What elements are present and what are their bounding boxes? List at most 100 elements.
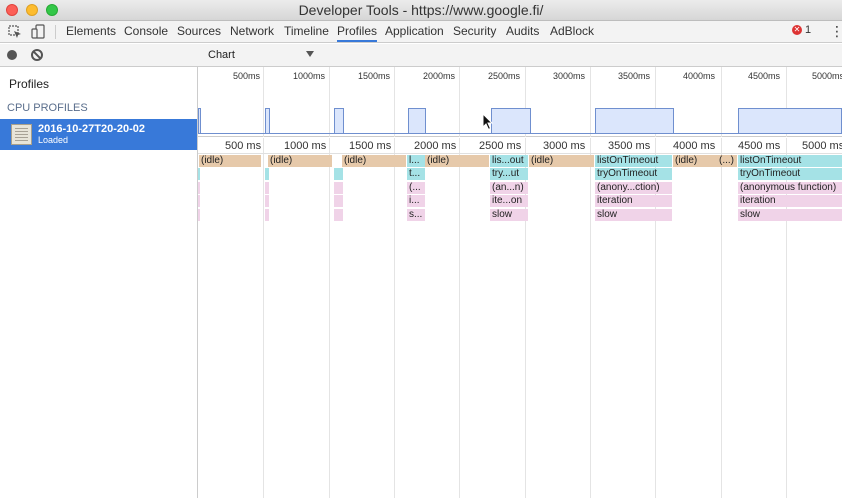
flame-bar[interactable]: i...: [407, 195, 425, 207]
flame-bar[interactable]: try...ut: [490, 168, 528, 180]
inspect-element-icon[interactable]: [7, 24, 23, 40]
ruler-tick: 4000 ms: [673, 140, 716, 152]
overview-tick: 3000ms: [553, 71, 586, 81]
flame-bar[interactable]: t...: [407, 168, 425, 180]
flame-bar[interactable]: (...): [717, 155, 737, 167]
overview-tick: 500ms: [233, 71, 261, 81]
flame-bar[interactable]: [265, 209, 269, 221]
view-toolbar: Chart: [198, 44, 842, 67]
flame-bar[interactable]: [334, 182, 343, 194]
cpu-activity-block: [595, 108, 674, 133]
tab-application[interactable]: Application: [385, 21, 444, 42]
tab-elements[interactable]: Elements: [66, 21, 116, 42]
flame-bar[interactable]: (idle): [342, 155, 406, 167]
overview-tick: 1000ms: [293, 71, 326, 81]
ruler-tick: 3000 ms: [543, 140, 586, 152]
profiles-toolbar: [0, 44, 198, 67]
error-count[interactable]: 1: [805, 24, 811, 36]
ruler-tick: 3500 ms: [608, 140, 651, 152]
error-icon[interactable]: ✕: [792, 25, 802, 35]
flame-bar[interactable]: ite...on: [490, 195, 528, 207]
tab-network[interactable]: Network: [230, 21, 274, 42]
flame-bar[interactable]: (anonymous function): [738, 182, 842, 194]
cpu-activity-block: [491, 108, 531, 133]
flame-bar[interactable]: l...: [407, 155, 425, 167]
flame-bar[interactable]: lis...out: [490, 155, 528, 167]
flame-bar[interactable]: tryOnTimeout: [738, 168, 842, 180]
view-mode-select[interactable]: Chart: [208, 49, 318, 61]
flame-bar[interactable]: (...: [407, 182, 425, 194]
flame-bar[interactable]: (idle): [425, 155, 489, 167]
toolbar-divider: [55, 25, 56, 39]
window-title: Developer Tools - https://www.google.fi/: [298, 2, 544, 18]
flame-bar[interactable]: (idle): [199, 155, 261, 167]
tab-profiles[interactable]: Profiles: [337, 21, 378, 42]
flame-bar[interactable]: (an...n): [490, 182, 528, 194]
flame-bar[interactable]: (idle): [529, 155, 594, 167]
flame-bar[interactable]: [198, 168, 200, 180]
overview-tick: 5000ms: [812, 71, 842, 81]
flame-bar[interactable]: slow: [595, 209, 672, 221]
profile-list-item[interactable]: 2016-10-27T20-20-02 Loaded: [0, 119, 197, 150]
cpu-activity-block: [265, 108, 270, 133]
overview-tick: 2500ms: [488, 71, 521, 81]
ruler-tick: 500 ms: [225, 140, 262, 152]
flame-bar[interactable]: iteration: [595, 195, 672, 207]
cpu-activity-block: [198, 108, 201, 133]
flame-bar[interactable]: [198, 195, 200, 207]
tab-adblock[interactable]: AdBlock: [550, 21, 594, 42]
devtools-tab-bar: Elements Console Sources Network Timelin…: [0, 21, 842, 43]
flame-bar[interactable]: (anony...ction): [595, 182, 672, 194]
overview-baseline: [198, 133, 842, 134]
tab-console[interactable]: Console: [124, 21, 168, 42]
device-mode-icon[interactable]: [31, 24, 47, 40]
overview-tick: 4000ms: [683, 71, 716, 81]
flame-bar[interactable]: [334, 195, 343, 207]
flame-bar[interactable]: [265, 168, 269, 180]
flame-bar[interactable]: slow: [490, 209, 528, 221]
cpu-activity-block: [408, 108, 426, 133]
tab-sources[interactable]: Sources: [177, 21, 221, 42]
tab-audits[interactable]: Audits: [506, 21, 539, 42]
title-bar: Developer Tools - https://www.google.fi/: [0, 0, 842, 21]
flame-bar[interactable]: (idle): [268, 155, 332, 167]
flame-bar[interactable]: iteration: [738, 195, 842, 207]
ruler-tick: 1500 ms: [349, 140, 392, 152]
flame-bar[interactable]: (idle): [673, 155, 717, 167]
mouse-cursor-icon: [482, 113, 494, 131]
profiles-sidebar: Profiles CPU PROFILES 2016-10-27T20-20-0…: [0, 67, 198, 498]
more-options-icon[interactable]: ⋮: [830, 23, 842, 39]
ruler-tick: 2500 ms: [479, 140, 522, 152]
ruler-tick: 1000 ms: [284, 140, 327, 152]
profile-status: Loaded: [38, 135, 69, 145]
flame-bar[interactable]: s...: [407, 209, 425, 221]
overview-tick: 2000ms: [423, 71, 456, 81]
tab-security[interactable]: Security: [453, 21, 496, 42]
overview-tick: 3500ms: [618, 71, 651, 81]
clear-all-icon[interactable]: [31, 49, 43, 61]
flame-chart[interactable]: 500ms 1000ms 1500ms 2000ms 2500ms 3000ms…: [198, 67, 842, 498]
ruler-tick: 2000 ms: [414, 140, 457, 152]
flame-bar[interactable]: tryOnTimeout: [595, 168, 672, 180]
chevron-down-icon[interactable]: [306, 51, 314, 57]
ruler-tick: 4500 ms: [738, 140, 781, 152]
flame-bar[interactable]: listOnTimeout: [595, 155, 672, 167]
flame-bar[interactable]: listOnTimeout: [738, 155, 842, 167]
flame-bar[interactable]: [265, 182, 269, 194]
record-icon[interactable]: [7, 50, 17, 60]
cpu-profiles-section-title: CPU PROFILES: [7, 102, 88, 114]
ruler-tick: 5000 ms: [802, 140, 842, 152]
flame-bar[interactable]: [198, 182, 200, 194]
cpu-profile-icon: [11, 124, 32, 145]
overview-tick: 4500ms: [748, 71, 781, 81]
flame-bar[interactable]: [334, 209, 343, 221]
sidebar-heading: Profiles: [9, 77, 50, 91]
flame-bar[interactable]: [334, 168, 343, 180]
overview-tick: 1500ms: [358, 71, 391, 81]
tab-timeline[interactable]: Timeline: [284, 21, 329, 42]
flame-bar[interactable]: [265, 195, 269, 207]
cpu-activity-block: [738, 108, 842, 133]
overview-pane[interactable]: 500ms 1000ms 1500ms 2000ms 2500ms 3000ms…: [198, 67, 842, 137]
flame-bar[interactable]: slow: [738, 209, 842, 221]
flame-bar[interactable]: [198, 209, 200, 221]
